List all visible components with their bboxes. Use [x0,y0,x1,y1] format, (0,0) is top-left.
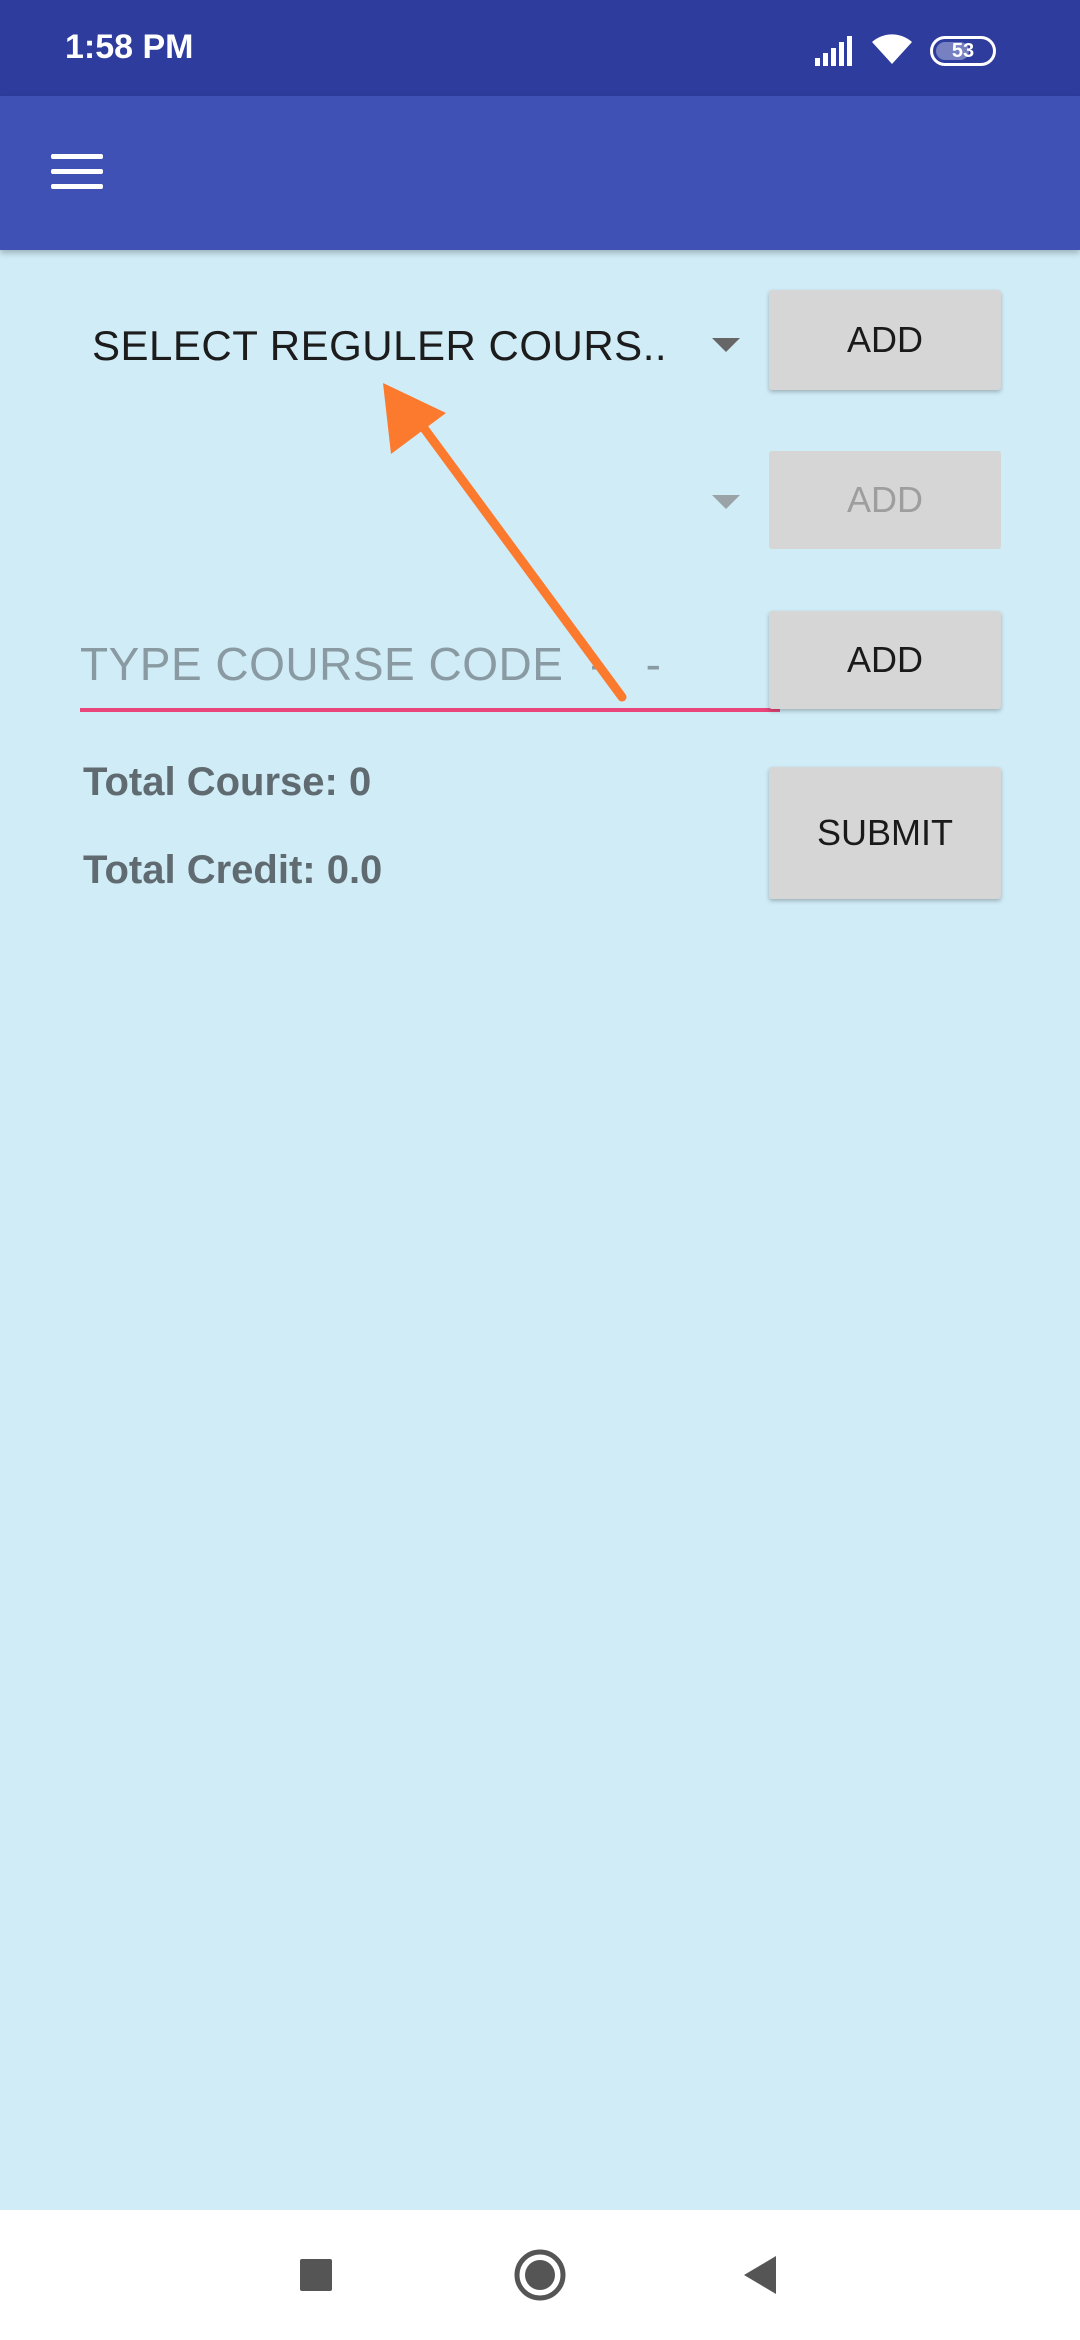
regular-course-spinner-text: SELECT REGULER COURS.. [92,322,668,369]
dropdown-arrow-icon [712,338,740,352]
home-circle-icon[interactable] [480,2210,600,2340]
menu-line [51,169,103,174]
signal-icon [815,36,852,66]
navigation-bar [0,2210,1080,2340]
menu-line [51,154,103,159]
recents-square-icon[interactable] [256,2210,376,2340]
total-credit-label: Total Credit: 0.0 [83,848,383,892]
status-bar: 1:58 PM 53 [0,0,1080,96]
add-second-course-button[interactable]: ADD [769,451,1001,549]
wifi-icon [872,34,912,64]
screen: 1:58 PM 53 SELECT REGULER COURS.. ADD AD… [0,0,1080,2340]
submit-button[interactable]: SUBMIT [769,767,1001,899]
regular-course-spinner[interactable]: SELECT REGULER COURS.. [70,290,750,400]
battery-icon: 53 [930,36,996,66]
status-icons: 53 [780,0,1080,96]
dropdown-arrow-icon [712,495,740,509]
add-course-code-button[interactable]: ADD [769,611,1001,709]
add-regular-course-button[interactable]: ADD [769,290,1001,390]
second-course-spinner[interactable] [70,450,750,550]
app-bar [0,96,1080,250]
status-time: 1:58 PM [65,28,194,66]
total-course-label: Total Course: 0 [83,760,372,804]
back-triangle-icon[interactable] [700,2210,820,2340]
hamburger-menu-icon[interactable] [36,134,116,214]
battery-level: 53 [951,40,975,62]
course-code-input[interactable] [80,620,780,712]
menu-line [51,184,103,189]
